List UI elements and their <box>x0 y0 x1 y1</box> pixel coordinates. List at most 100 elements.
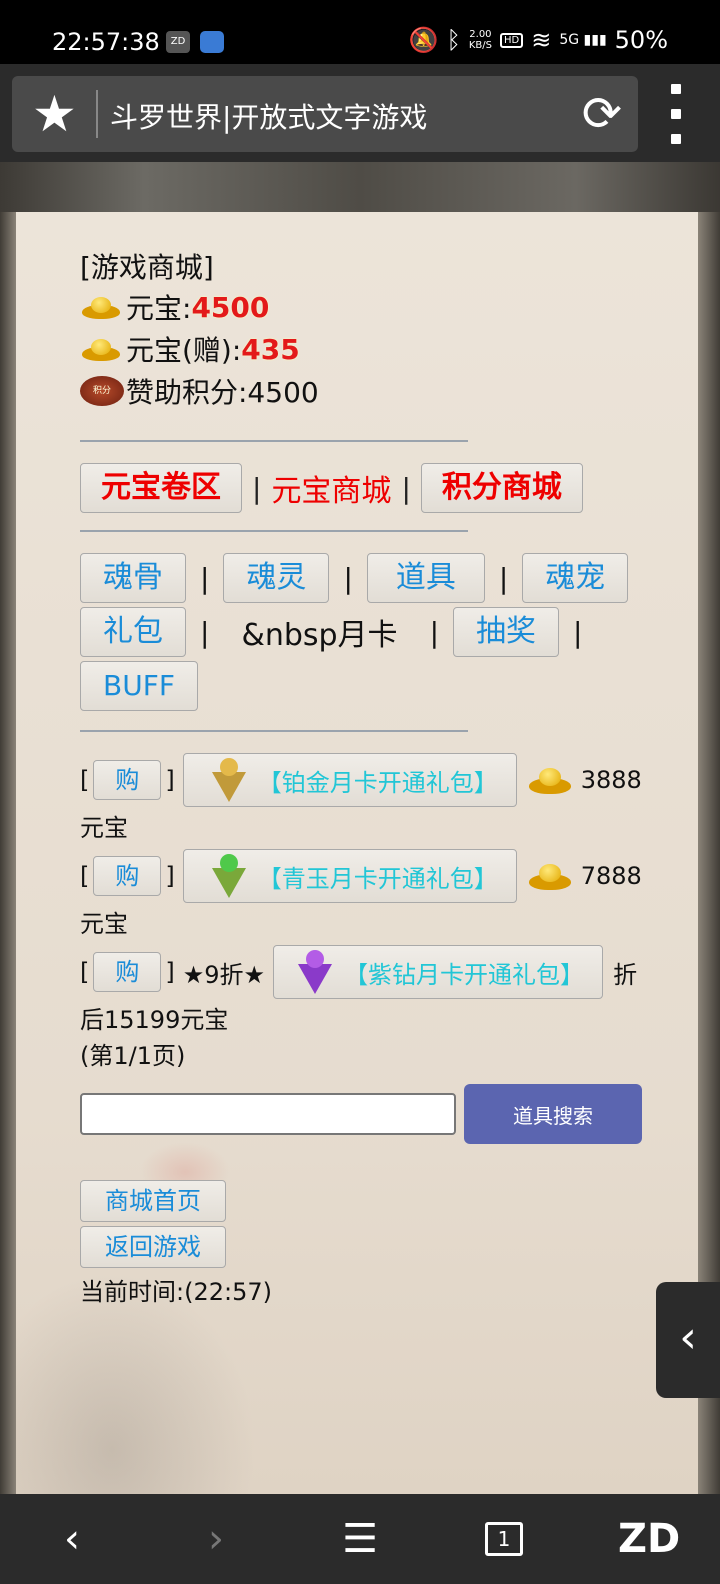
hd-icon: HD <box>499 32 524 48</box>
platinum-card-icon <box>210 758 248 802</box>
address-bar[interactable]: ★ 斗罗世界|开放式文字游戏 ⟳ <box>12 76 638 152</box>
reload-icon[interactable]: ⟳ <box>582 88 622 140</box>
divider <box>80 440 468 442</box>
category-separator: | <box>498 561 509 595</box>
package-name: 【紫钻月卡开通礼包】 <box>344 960 585 989</box>
price: 7888 <box>580 862 642 890</box>
category-props[interactable]: 道具 <box>366 553 485 603</box>
browser-toolbar: ★ 斗罗世界|开放式文字游戏 ⟳ <box>0 64 720 162</box>
package-link[interactable]: 【铂金月卡开通礼包】 <box>182 753 517 807</box>
back-icon[interactable]: ‹ <box>42 1509 102 1569</box>
yuanbao-gift-label: 元宝(赠): <box>126 334 242 367</box>
tab-separator: | <box>252 471 262 505</box>
category-row: 魂骨 | 魂灵 | 道具 | 魂宠 <box>80 552 670 604</box>
list-item: [ 购 ] 【青玉月卡开通礼包】 7888 <box>80 848 670 904</box>
web-page: [游戏商城] 元宝: 4500 元宝(赠): 435 积分 赞助积分:4500 … <box>0 162 720 1494</box>
zd-app-icon: ZD <box>166 31 190 53</box>
search-input[interactable] <box>80 1093 456 1135</box>
buy-button[interactable]: 购 <box>93 760 162 800</box>
category-separator: | <box>200 615 210 649</box>
tab-coupon-area[interactable]: 元宝卷区 <box>80 463 242 513</box>
sponsor-points-row: 积分 赞助积分:4500 <box>80 370 670 412</box>
category-grid: 魂骨 | 魂灵 | 道具 | 魂宠 礼包 | &nbsp月卡 | 抽奖 | BU… <box>80 552 670 712</box>
category-row: 礼包 | &nbsp月卡 | 抽奖 | <box>80 606 670 658</box>
jade-card-icon <box>210 854 248 898</box>
pagination: (第1/1页) <box>80 1042 186 1070</box>
price-text: 后15199元宝 <box>80 1006 229 1034</box>
category-soul-bone[interactable]: 魂骨 <box>80 553 186 603</box>
bracket: ] <box>165 766 175 794</box>
category-separator: | <box>200 561 210 595</box>
yuanbao-row: 元宝: 4500 <box>80 286 670 328</box>
network-speed: 2.00 KB/S <box>468 29 492 51</box>
back-to-game-button[interactable]: 返回游戏 <box>80 1226 226 1268</box>
gold-ingot-icon <box>527 764 573 796</box>
forward-icon[interactable]: › <box>186 1509 246 1569</box>
bracket: ] <box>165 958 175 986</box>
bookmark-star-icon[interactable]: ★ <box>32 88 77 140</box>
package-link[interactable]: 【青玉月卡开通礼包】 <box>182 849 517 903</box>
frame-top-border <box>0 162 720 212</box>
sponsor-points-label: 赞助积分:4500 <box>126 376 319 409</box>
points-badge-icon: 积分 <box>80 376 124 406</box>
search-row: 道具搜索 <box>80 1084 670 1144</box>
shop-content: [游戏商城] 元宝: 4500 元宝(赠): 435 积分 赞助积分:4500 … <box>80 246 670 1312</box>
category-gift[interactable]: 礼包 <box>80 607 186 657</box>
notification-app-icon <box>200 31 224 53</box>
page-title[interactable]: 斗罗世界|开放式文字游戏 <box>110 96 427 136</box>
browser-bottom-bar: ‹ › ☰ 1 ZD <box>0 1494 720 1584</box>
package-link[interactable]: 【紫钻月卡开通礼包】 <box>273 945 604 999</box>
purple-diamond-card-icon <box>296 950 334 994</box>
bracket: [ <box>80 766 90 794</box>
yuanbao-gift-row: 元宝(赠): 435 <box>80 328 670 370</box>
buy-button[interactable]: 购 <box>93 856 162 896</box>
gold-ingot-icon <box>80 293 122 321</box>
bracket: ] <box>165 862 175 890</box>
bracket: [ <box>80 958 90 986</box>
menu-list-icon[interactable]: ☰ <box>330 1509 390 1569</box>
package-name: 【青玉月卡开通礼包】 <box>257 864 498 893</box>
item-list: [ 购 ] 【铂金月卡开通礼包】 3888 元宝 [ 购 ] 【青玉月卡开通礼包… <box>80 752 670 1040</box>
category-separator: | <box>343 561 353 595</box>
wifi-icon: ≋ <box>531 26 552 54</box>
overflow-menu-icon[interactable] <box>666 84 686 144</box>
bracket: [ <box>80 862 90 890</box>
price-unit: 元宝 <box>80 814 128 842</box>
search-button[interactable]: 道具搜索 <box>464 1084 642 1144</box>
category-buff[interactable]: BUFF <box>80 661 198 711</box>
discount-label: ★9折★ <box>182 960 266 989</box>
category-separator: | <box>573 615 583 649</box>
zd-brand-icon[interactable]: ZD <box>618 1509 680 1569</box>
category-soul-pet[interactable]: 魂宠 <box>522 553 629 603</box>
divider <box>80 530 468 532</box>
frame-left-border <box>0 162 16 1494</box>
address-divider <box>96 90 98 138</box>
yuanbao-label: 元宝: <box>126 292 192 325</box>
price-prefix: 折 <box>613 960 638 989</box>
list-item: [ 购 ] ★9折★ 【紫钻月卡开通礼包】 折 <box>80 944 670 1000</box>
tab-yuanbao-shop[interactable]: 元宝商城 <box>271 466 391 510</box>
tab-count-icon: 1 <box>485 1522 523 1556</box>
list-item: [ 购 ] 【铂金月卡开通礼包】 3888 <box>80 752 670 808</box>
shop-home-button[interactable]: 商城首页 <box>80 1180 226 1222</box>
category-soul-spirit[interactable]: 魂灵 <box>223 553 330 603</box>
divider <box>80 730 468 732</box>
mute-icon: 🔕 <box>408 26 439 54</box>
tabs-button[interactable]: 1 <box>474 1509 534 1569</box>
category-row: BUFF <box>80 660 670 712</box>
side-panel-toggle-icon[interactable]: ‹ <box>656 1282 720 1398</box>
buy-button[interactable]: 购 <box>93 952 162 992</box>
status-right-group: 🔕 ᛒ 2.00 KB/S HD ≋ 5G ▮▮▮ 50% <box>409 26 668 54</box>
yuanbao-value: 4500 <box>191 290 270 324</box>
gold-ingot-icon <box>527 860 573 892</box>
category-separator: | <box>429 615 439 649</box>
category-monthly-card[interactable]: &nbsp月卡 <box>241 610 397 654</box>
price: 3888 <box>580 766 642 794</box>
tab-separator: | <box>401 471 411 505</box>
category-lottery[interactable]: 抽奖 <box>453 607 559 657</box>
nav-links: 商城首页 返回游戏 当前时间:(22:57) <box>80 1180 670 1312</box>
signal-icon: 5G ▮▮▮ <box>559 32 607 48</box>
package-name: 【铂金月卡开通礼包】 <box>257 768 498 797</box>
tab-points-shop[interactable]: 积分商城 <box>420 463 583 513</box>
status-time: 22:57:38 <box>52 28 160 56</box>
